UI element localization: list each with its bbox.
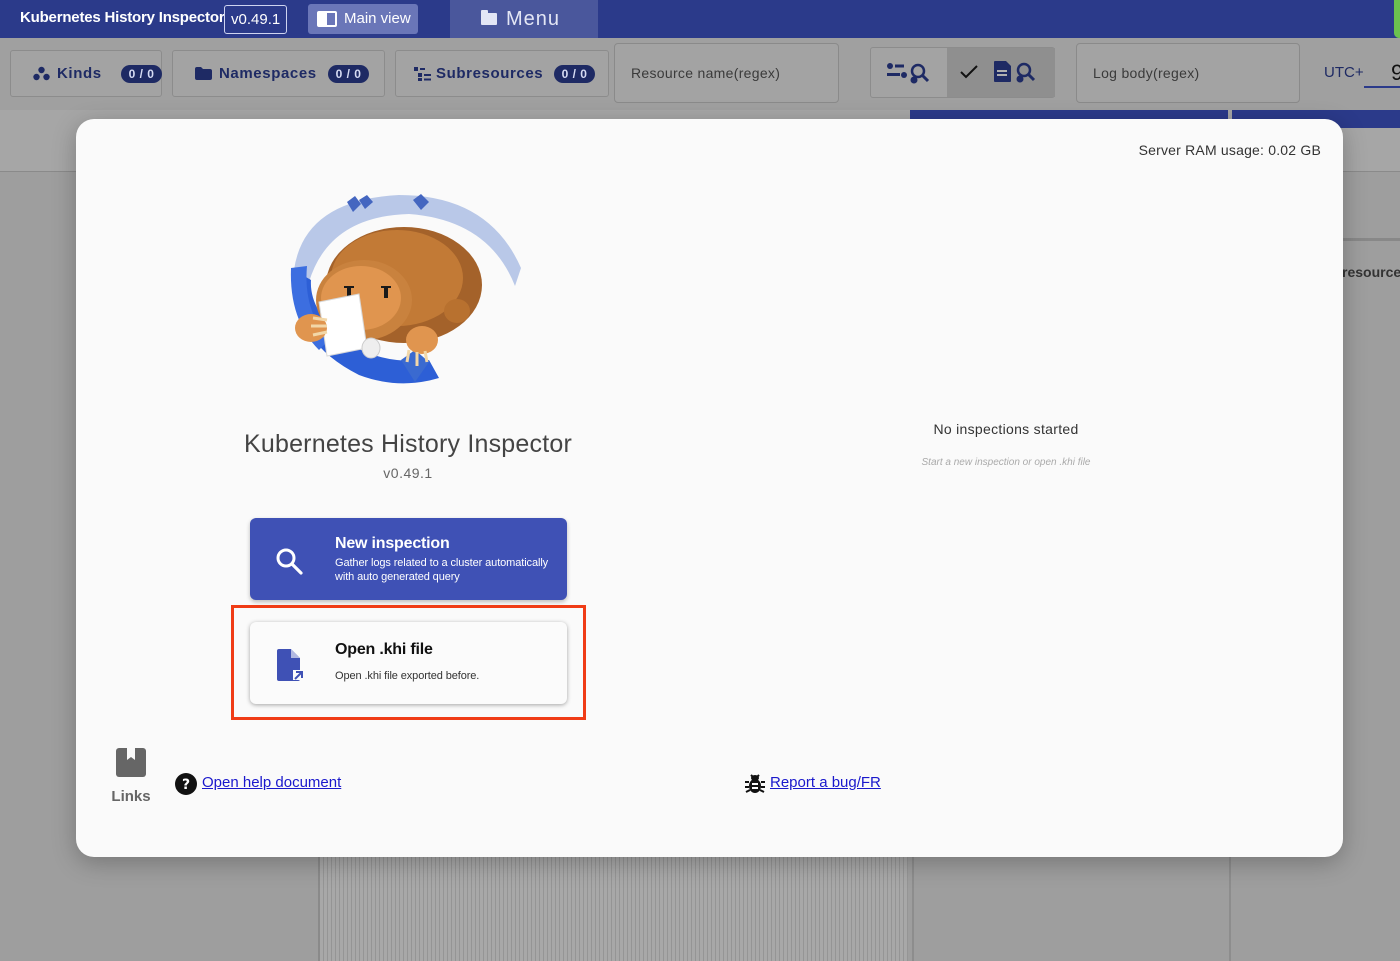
timeline-background [318,857,908,961]
column-divider [1229,857,1231,961]
links-section-label: Links [111,788,151,805]
namespaces-count-badge: 0 / 0 [328,65,369,83]
resource-column-header: resource [1342,264,1400,280]
filter-mode-toggle-group [870,47,1055,98]
subresources-icon [414,67,431,81]
svg-text:?: ? [182,777,190,793]
menu-button[interactable]: Menu [450,0,598,38]
inspection-list-empty-title: No inspections started [933,421,1079,437]
folder-open-icon [481,10,497,25]
subresources-filter-label: Subresources [436,65,544,82]
report-bug-link[interactable]: Report a bug/FR [770,774,881,791]
new-inspection-title: New inspection [335,535,450,552]
main-view-button[interactable]: Main view [308,4,418,34]
khi-mascot-logo [290,194,521,384]
filter-toolbar: Kinds 0 / 0 Namespaces 0 / 0 Subresource… [0,38,1400,110]
help-icon: ? [175,773,197,795]
window-icon [317,11,337,27]
log-search-icon [994,61,1036,83]
namespaces-filter-chip[interactable]: Namespaces 0 / 0 [172,50,385,97]
main-view-label: Main view [344,10,411,27]
server-ram-usage: Server RAM usage: 0.02 GB [1138,142,1321,158]
status-indicator [1394,0,1400,38]
timezone-label: UTC+ [1324,64,1364,81]
kinds-icon [33,66,50,81]
subresources-filter-chip[interactable]: Subresources 0 / 0 [395,50,609,97]
log-filter-segment[interactable] [947,48,1055,97]
resource-name-regex-input[interactable]: Resource name(regex) [614,43,839,103]
new-inspection-description: Gather logs related to a cluster automat… [335,557,549,583]
version-chip: v0.49.1 [224,5,288,34]
bug-icon [745,774,765,793]
inspection-list-empty-hint: Start a new inspection or open .khi file [921,457,1091,468]
menu-label: Menu [506,8,561,30]
check-icon [960,65,978,79]
kinds-filter-chip[interactable]: Kinds 0 / 0 [10,50,162,97]
folder-icon [195,67,212,80]
highlight-annotation [231,605,586,720]
kinds-filter-label: Kinds [57,65,102,82]
bookmark-icon [116,748,146,777]
startup-dialog: Server RAM usage: 0.02 GB Kubernetes His… [76,119,1343,857]
open-help-document-link[interactable]: Open help document [202,774,341,791]
app-header: Kubernetes History Inspector v0.49.1 Mai… [0,0,1400,38]
log-body-regex-input[interactable]: Log body(regex) [1076,43,1300,103]
product-title: Kubernetes History Inspector [244,430,572,458]
new-inspection-button[interactable]: New inspection Gather logs related to a … [250,518,567,600]
app-title: Kubernetes History Inspector [20,9,225,26]
timezone-input-underline [1364,86,1400,88]
panel-divider [1343,238,1400,241]
filter-resource-search-icon[interactable] [885,62,935,84]
kinds-count-badge: 0 / 0 [121,65,162,83]
search-icon [276,548,303,575]
column-divider [912,857,914,961]
timezone-offset-input[interactable]: 9 [1391,60,1400,86]
namespaces-filter-label: Namespaces [219,65,317,82]
subresources-count-badge: 0 / 0 [554,65,595,83]
product-version: v0.49.1 [383,465,433,481]
